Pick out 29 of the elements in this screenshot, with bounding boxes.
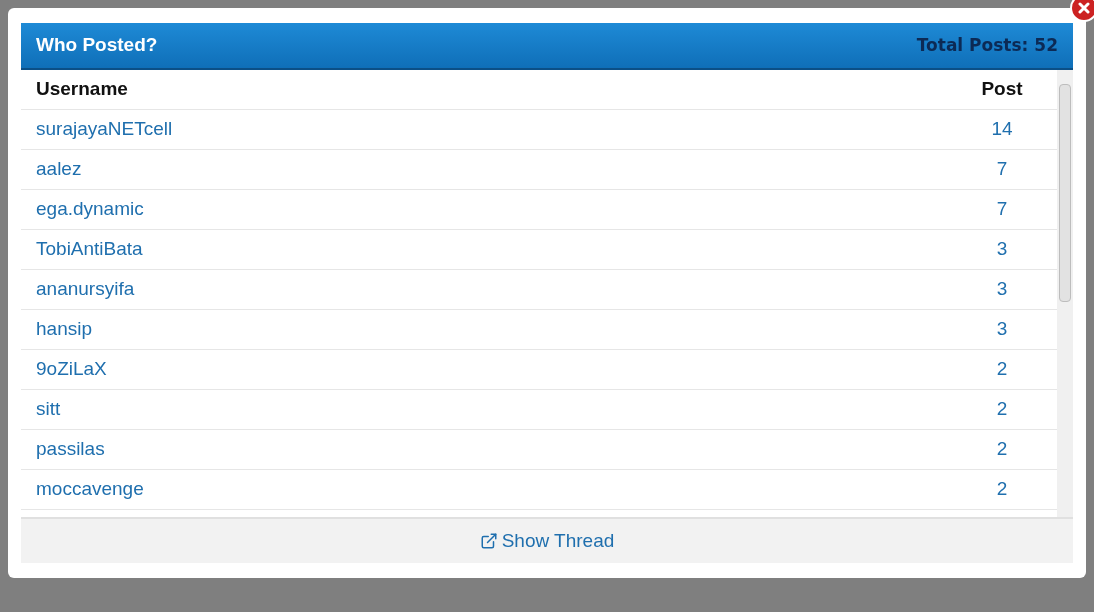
username-link[interactable]: sitt — [36, 398, 61, 420]
show-thread-link[interactable]: Show Thread — [479, 526, 615, 556]
post-count: 2 — [995, 397, 1009, 422]
post-count: 3 — [995, 317, 1009, 342]
username-link[interactable]: passilas — [36, 438, 105, 460]
post-count: 2 — [995, 477, 1009, 502]
dialog-title: Who Posted? — [36, 33, 158, 58]
post-count: 7 — [995, 157, 1009, 182]
external-link-icon — [479, 532, 498, 550]
scrollbar[interactable] — [1057, 70, 1073, 517]
scrollbar-thumb[interactable] — [1059, 84, 1071, 302]
username-link[interactable]: ega.dynamic — [36, 198, 144, 220]
post-count: 3 — [995, 237, 1009, 262]
post-count: 3 — [995, 277, 1009, 302]
username-link[interactable]: ananursyifa — [36, 278, 135, 300]
username-link[interactable]: 9oZiLaX — [36, 358, 107, 380]
post-count: 2 — [995, 437, 1009, 462]
total-posts: Total Posts: 52 — [916, 33, 1058, 57]
username-link[interactable]: moccavenge — [36, 478, 144, 500]
post-count: 7 — [995, 197, 1009, 222]
username-link[interactable]: hansip — [36, 318, 92, 340]
username-link[interactable]: surajayaNETcell — [36, 118, 173, 140]
username-link[interactable]: TobiAntiBata — [36, 238, 143, 260]
post-count: 2 — [995, 357, 1009, 382]
username-link[interactable]: aalez — [36, 158, 82, 180]
column-header: Username — [36, 77, 129, 102]
column-header: Post — [980, 77, 1024, 102]
close-icon — [1078, 2, 1090, 14]
post-count: 14 — [990, 117, 1014, 142]
